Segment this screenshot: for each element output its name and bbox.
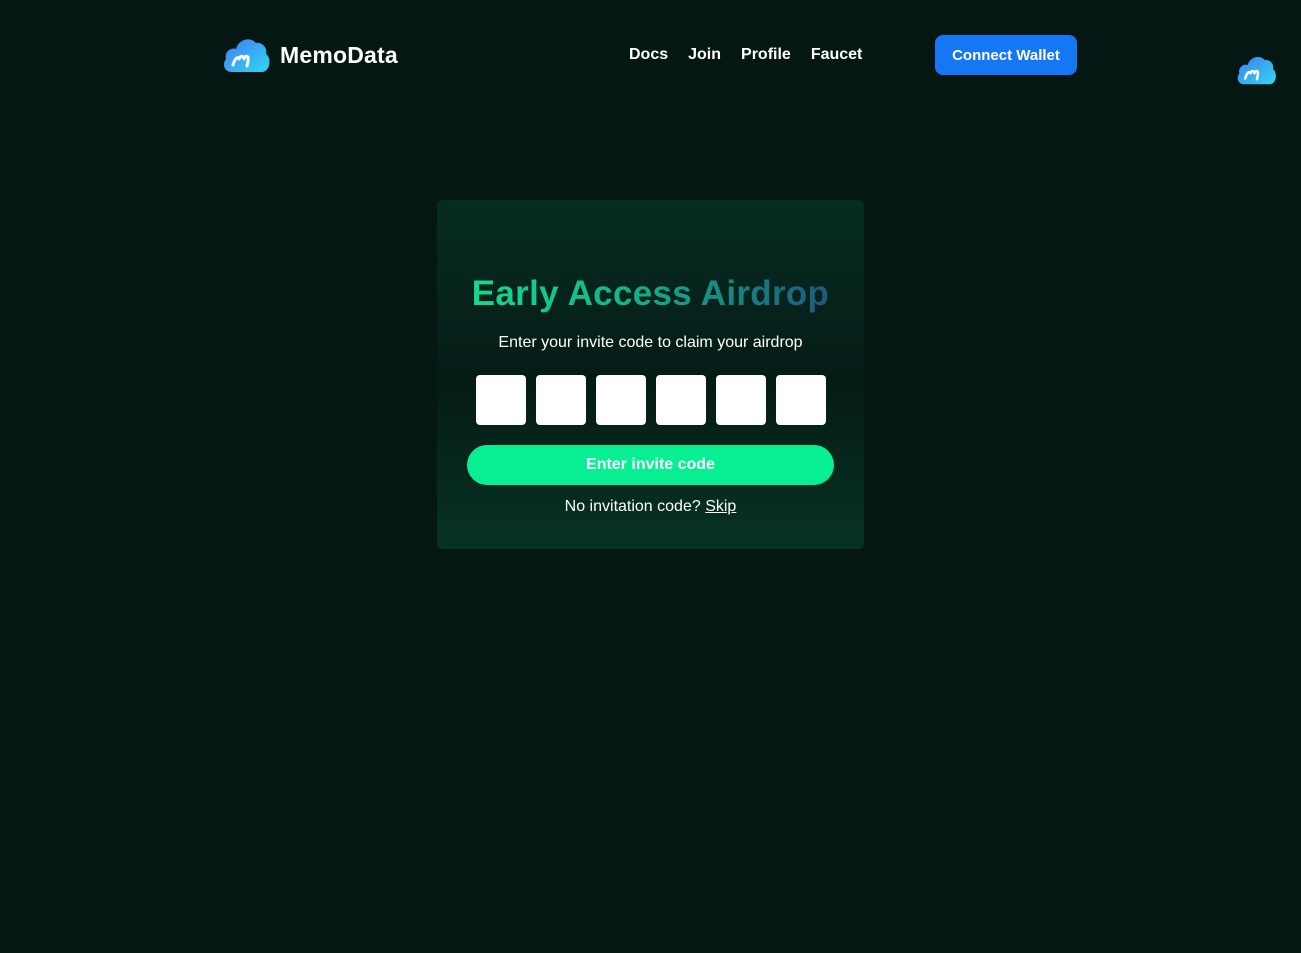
invite-code-digit-2[interactable]	[536, 375, 586, 425]
card-subtitle: Enter your invite code to claim your air…	[498, 334, 803, 351]
invite-code-inputs	[476, 375, 826, 425]
site-header: MemoData Docs Join Profile Faucet Connec…	[0, 0, 1301, 110]
invite-code-digit-4[interactable]	[656, 375, 706, 425]
memodata-cloud-logo-icon	[224, 39, 270, 72]
enter-invite-code-button[interactable]: Enter invite code	[467, 445, 834, 485]
nav-link-profile[interactable]: Profile	[741, 46, 791, 64]
invite-code-digit-5[interactable]	[716, 375, 766, 425]
invite-code-digit-1[interactable]	[476, 375, 526, 425]
no-code-text: No invitation code?	[564, 498, 701, 515]
nav-link-join[interactable]: Join	[688, 46, 721, 64]
main-nav: Docs Join Profile Faucet	[629, 46, 882, 64]
airdrop-card: Early Access Airdrop Enter your invite c…	[437, 200, 864, 549]
nav-link-docs[interactable]: Docs	[629, 46, 668, 64]
skip-row: No invitation code? Skip	[437, 498, 864, 516]
nav-link-faucet[interactable]: Faucet	[811, 46, 863, 64]
skip-link[interactable]: Skip	[705, 498, 736, 515]
connect-wallet-button[interactable]: Connect Wallet	[935, 35, 1077, 75]
brand-name: MemoData	[280, 41, 398, 68]
brand-logo[interactable]: MemoData	[222, 34, 398, 76]
invite-code-digit-3[interactable]	[596, 375, 646, 425]
floating-memodata-logo-icon[interactable]	[1236, 52, 1278, 88]
card-title: Early Access Airdrop	[437, 274, 864, 314]
invite-code-digit-6[interactable]	[776, 375, 826, 425]
